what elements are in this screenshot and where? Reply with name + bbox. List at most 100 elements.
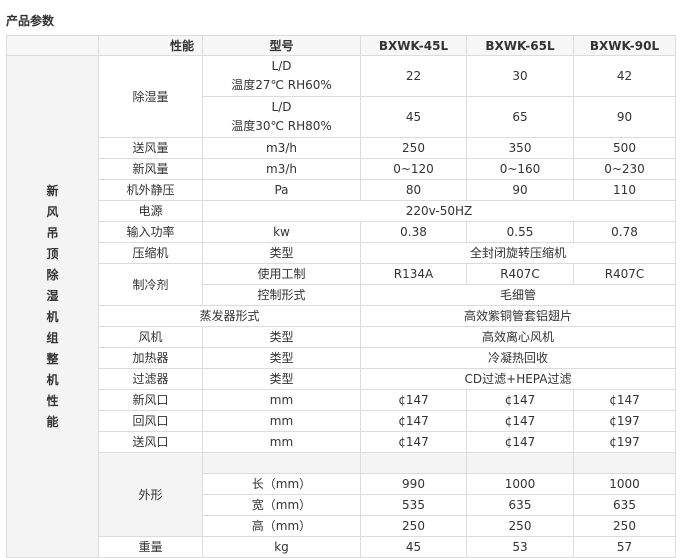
table-row-refrigerant-1: 制冷剂 使用工制 R134A R407C R407C	[7, 263, 676, 306]
table-row-airflow: 送风量 m3/h 250 350 500	[7, 137, 676, 159]
row-label: 外形	[98, 452, 203, 537]
row-label: 输入功率	[98, 221, 203, 243]
cell-value: 30	[466, 55, 574, 97]
cell-value: 高效紫铜管套铝翅片	[360, 305, 676, 327]
row-label: 送风口	[98, 431, 203, 453]
row-unit: 长（mm）	[202, 473, 361, 495]
header-row: 性能 型号 BXWK-45L BXWK-65L BXWK-90L	[6, 35, 676, 56]
row-label: 风机	[98, 326, 203, 348]
row-unit: 类型	[202, 368, 361, 390]
cell-value: 冷凝热回收	[360, 347, 676, 369]
table-row-fan: 风机 类型 高效离心风机	[7, 326, 676, 348]
cell-value: 22	[360, 55, 467, 97]
cell-value: 45	[360, 536, 467, 558]
cell-value: 250	[573, 515, 676, 537]
cell-value: 635	[466, 494, 574, 516]
cell-value: 高效离心风机	[360, 326, 676, 348]
cell-value: 90	[573, 96, 676, 138]
row-unit: 宽（mm）	[202, 494, 361, 516]
table-row-compressor: 压缩机 类型 全封闭旋转压缩机	[7, 242, 676, 264]
table-row-static-pressure: 机外静压 Pa 80 90 110	[7, 179, 676, 201]
row-label: 加热器	[98, 347, 203, 369]
cell-value: R407C	[573, 263, 676, 285]
cell-value: 0.38	[360, 221, 467, 243]
dehum-unit-2: L/D 温度30℃ RH80%	[202, 96, 361, 138]
row-unit: 高（mm）	[202, 515, 361, 537]
table-row-weight: 重量 kg 45 53 57	[7, 536, 676, 558]
cell-value: 220v-50HZ	[202, 200, 676, 222]
cell-value: 0.55	[466, 221, 574, 243]
page-title: 产品参数	[6, 14, 55, 28]
row-label: 制冷剂	[98, 263, 203, 306]
table-row-blank: 外形	[7, 452, 676, 537]
cell-value: ¢147	[466, 410, 574, 432]
cell-value: 500	[573, 137, 676, 159]
cell-value: ¢147	[360, 431, 467, 453]
cell-value: ¢147	[573, 389, 676, 411]
row-label: 回风口	[98, 410, 203, 432]
row-unit: 使用工制	[202, 263, 361, 285]
row-unit: m3/h	[202, 158, 361, 180]
cell-value: R407C	[466, 263, 574, 285]
table-row-dehum-1: 新风 吊顶 除湿 机组 整机 性能 除湿量 L/D 温度27℃ RH60% 22 …	[6, 55, 676, 558]
spec-table: 性能 型号 BXWK-45L BXWK-65L BXWK-90L 新风 吊顶 除…	[6, 35, 676, 558]
cell-value: 65	[466, 96, 574, 138]
row-label: 送风量	[98, 137, 203, 159]
cell-value: 250	[360, 137, 467, 159]
cell-value: R134A	[360, 263, 467, 285]
row-unit: mm	[202, 431, 361, 453]
table-row-fresh-air: 新风量 m3/h 0~120 0~160 0~230	[7, 158, 676, 180]
cell-value: 250	[360, 515, 467, 537]
cell-value: ¢147	[360, 389, 467, 411]
row-label: 新风口	[98, 389, 203, 411]
header-model-1: BXWK-45L	[360, 35, 467, 56]
table-row-heater: 加热器 类型 冷凝热回收	[7, 347, 676, 369]
row-unit: 类型	[202, 242, 361, 264]
cell-value: 53	[466, 536, 574, 558]
cell-value: ¢197	[573, 431, 676, 453]
cell-value: 350	[466, 137, 574, 159]
row-unit: 类型	[202, 347, 361, 369]
table-row-evaporator: 蒸发器形式 高效紫铜管套铝翅片	[7, 305, 676, 327]
table-row-filter: 过滤器 类型 CD过滤+HEPA过滤	[7, 368, 676, 390]
row-unit: kg	[202, 536, 361, 558]
dehum-unit-1: L/D 温度27℃ RH60%	[202, 55, 361, 97]
cell-value: 1000	[466, 473, 574, 495]
cell-value: ¢147	[466, 389, 574, 411]
table-row-power-supply: 电源 220v-50HZ	[7, 200, 676, 222]
header-model-2: BXWK-65L	[466, 35, 574, 56]
cell-value: 110	[573, 179, 676, 201]
cell-value: 0~160	[466, 158, 574, 180]
row-unit: kw	[202, 221, 361, 243]
cell-value: ¢147	[466, 431, 574, 453]
row-label: 电源	[98, 200, 203, 222]
cell-value: 535	[360, 494, 467, 516]
row-label: 压缩机	[98, 242, 203, 264]
dehum-label: 除湿量	[98, 55, 203, 138]
row-unit: Pa	[202, 179, 361, 201]
row-unit: mm	[202, 389, 361, 411]
blank-cell	[360, 452, 467, 474]
cell-value: 57	[573, 536, 676, 558]
cell-value: 90	[466, 179, 574, 201]
cell-value: 635	[573, 494, 676, 516]
cell-value: 0~230	[573, 158, 676, 180]
cell-value: 990	[360, 473, 467, 495]
cell-value: 毛细管	[360, 284, 676, 306]
table-row-fresh-inlet: 新风口 mm ¢147 ¢147 ¢147	[7, 389, 676, 411]
group-title: 新风 吊顶 除湿 机组 整机 性能	[6, 55, 99, 558]
cell-value: 80	[360, 179, 467, 201]
row-label: 重量	[98, 536, 203, 558]
cell-value: 45	[360, 96, 467, 138]
cell-value: 0~120	[360, 158, 467, 180]
row-unit: mm	[202, 410, 361, 432]
cell-value: 42	[573, 55, 676, 97]
header-model: 型号	[202, 35, 361, 56]
row-label: 蒸发器形式	[98, 305, 361, 327]
blank-cell	[466, 452, 574, 474]
table-row-return-inlet: 回风口 mm ¢147 ¢147 ¢197	[7, 410, 676, 432]
cell-value: ¢147	[360, 410, 467, 432]
blank-cell	[573, 452, 676, 474]
cell-value: 1000	[573, 473, 676, 495]
blank-cell	[202, 452, 361, 474]
